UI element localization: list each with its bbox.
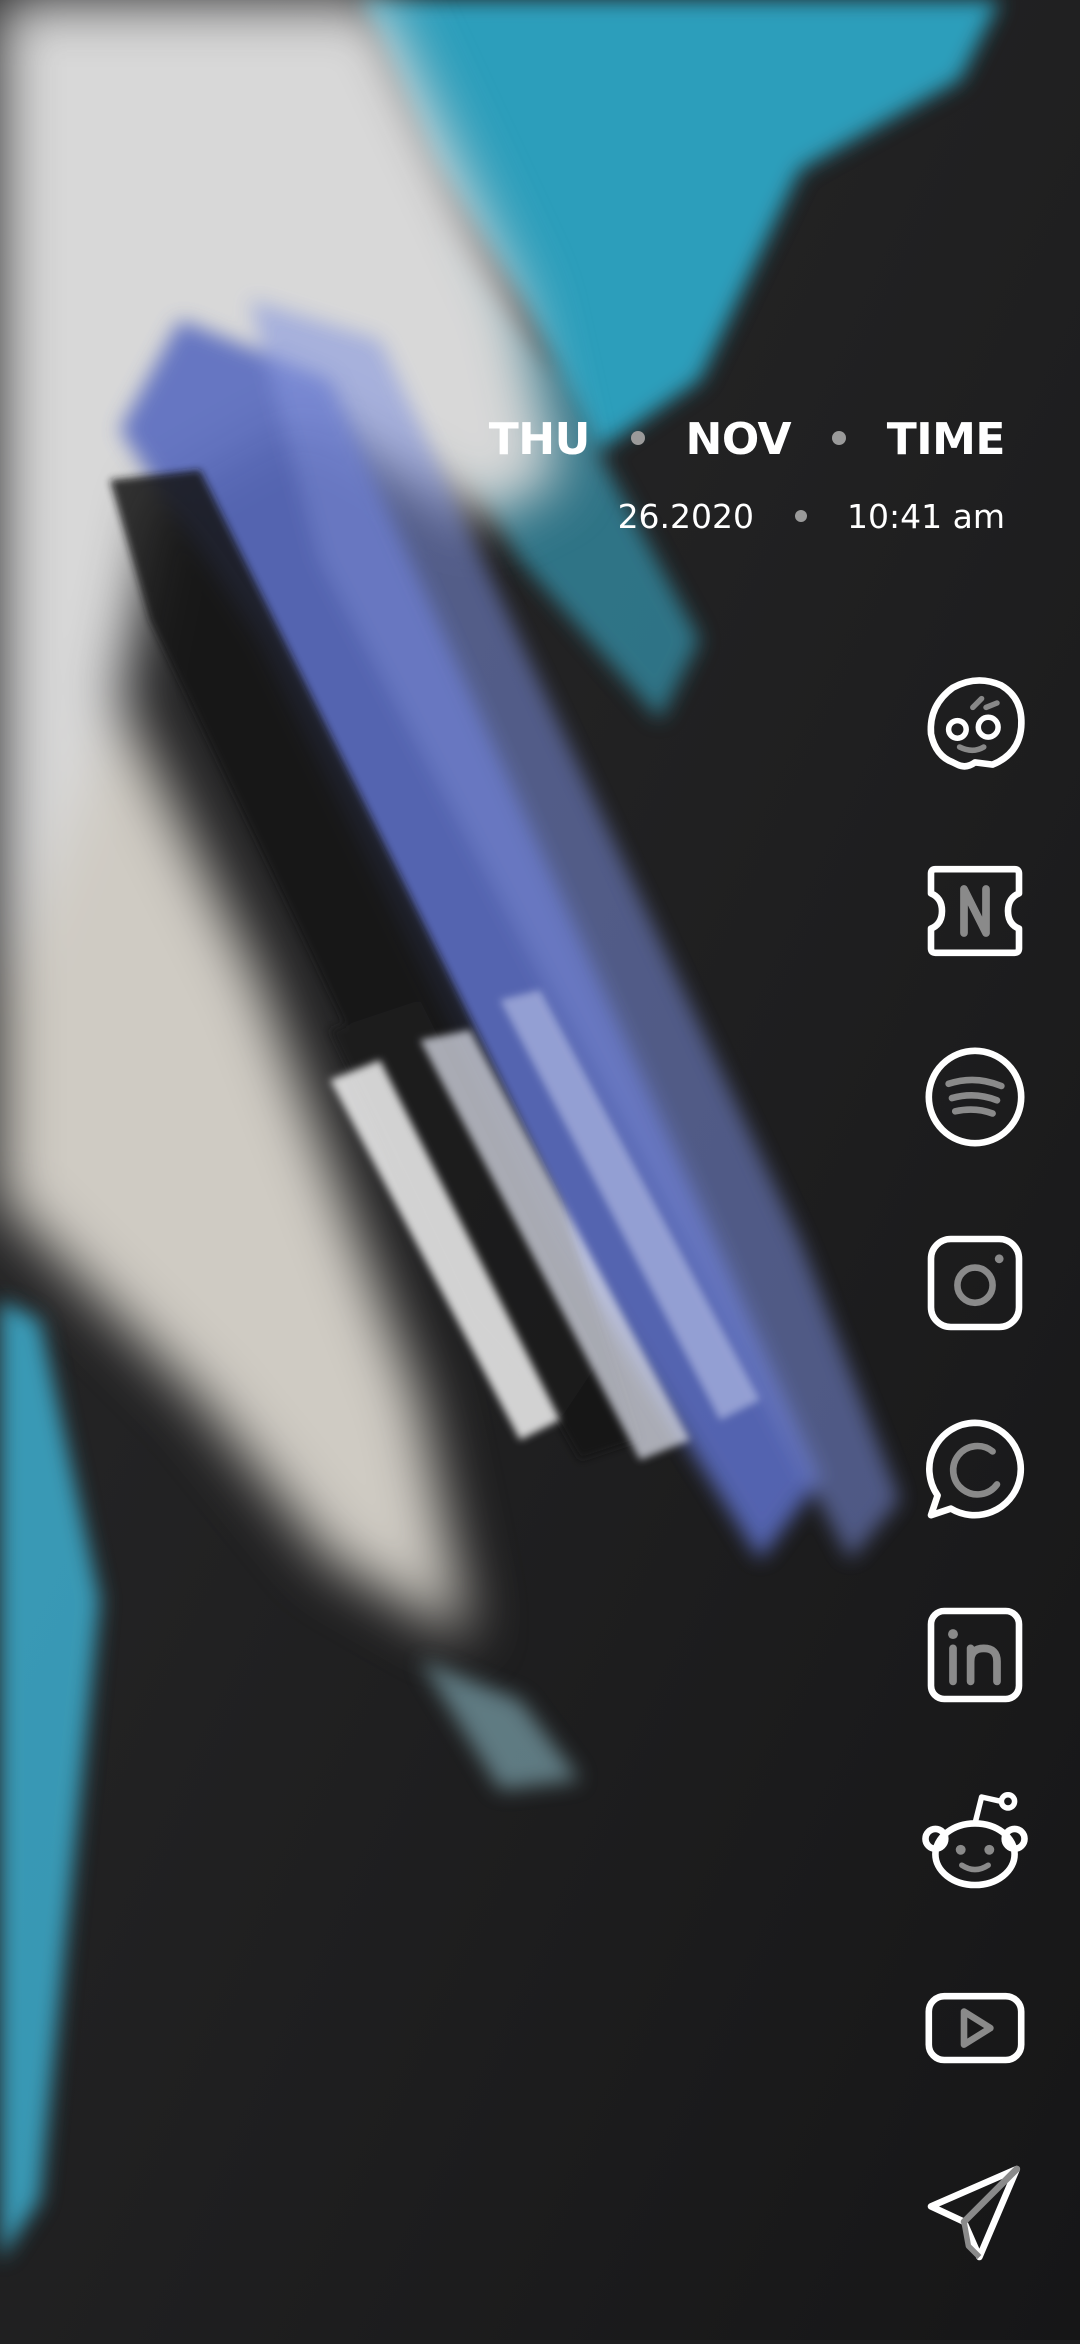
app-netflix[interactable]: [920, 856, 1030, 966]
wallpaper-art: [0, 0, 1080, 2340]
app-dock: [920, 670, 1030, 2344]
separator-dot: [794, 509, 807, 522]
date-time-values: 26.2020 10:41 am: [489, 492, 1005, 542]
separator-dot: [831, 431, 846, 445]
whatsapp-icon: [926, 1419, 1025, 1519]
linkedin-icon: [927, 1607, 1023, 1703]
spotify-icon: [925, 1047, 1025, 1147]
month-label: NOV: [685, 414, 792, 465]
app-reddit[interactable]: [920, 1786, 1030, 1896]
app-linkedin[interactable]: [920, 1600, 1030, 1710]
time-label: TIME: [886, 414, 1006, 465]
instagram-icon: [927, 1235, 1023, 1331]
app-faceapp[interactable]: [920, 670, 1030, 780]
netflix-icon: [927, 865, 1023, 957]
youtube-icon: [925, 1992, 1025, 2064]
time-value: 10:41 am: [847, 497, 1005, 536]
wallpaper: [0, 0, 1080, 2340]
reddit-icon: [922, 1792, 1028, 1889]
day-label: THU: [488, 414, 591, 465]
app-whatsapp[interactable]: [920, 1414, 1030, 1524]
faceapp-icon: [927, 677, 1025, 770]
date-value: 26.2020: [617, 497, 755, 536]
app-telegram[interactable]: [920, 2158, 1030, 2268]
telegram-icon: [927, 2165, 1021, 2261]
clock-widget: THU NOV TIME 26.2020 10:41 am: [488, 410, 1006, 542]
app-spotify[interactable]: [920, 1042, 1030, 1152]
app-youtube[interactable]: [920, 1972, 1030, 2082]
date-header: THU NOV TIME: [488, 410, 1006, 470]
app-instagram[interactable]: [920, 1228, 1030, 1338]
separator-dot: [630, 431, 645, 445]
